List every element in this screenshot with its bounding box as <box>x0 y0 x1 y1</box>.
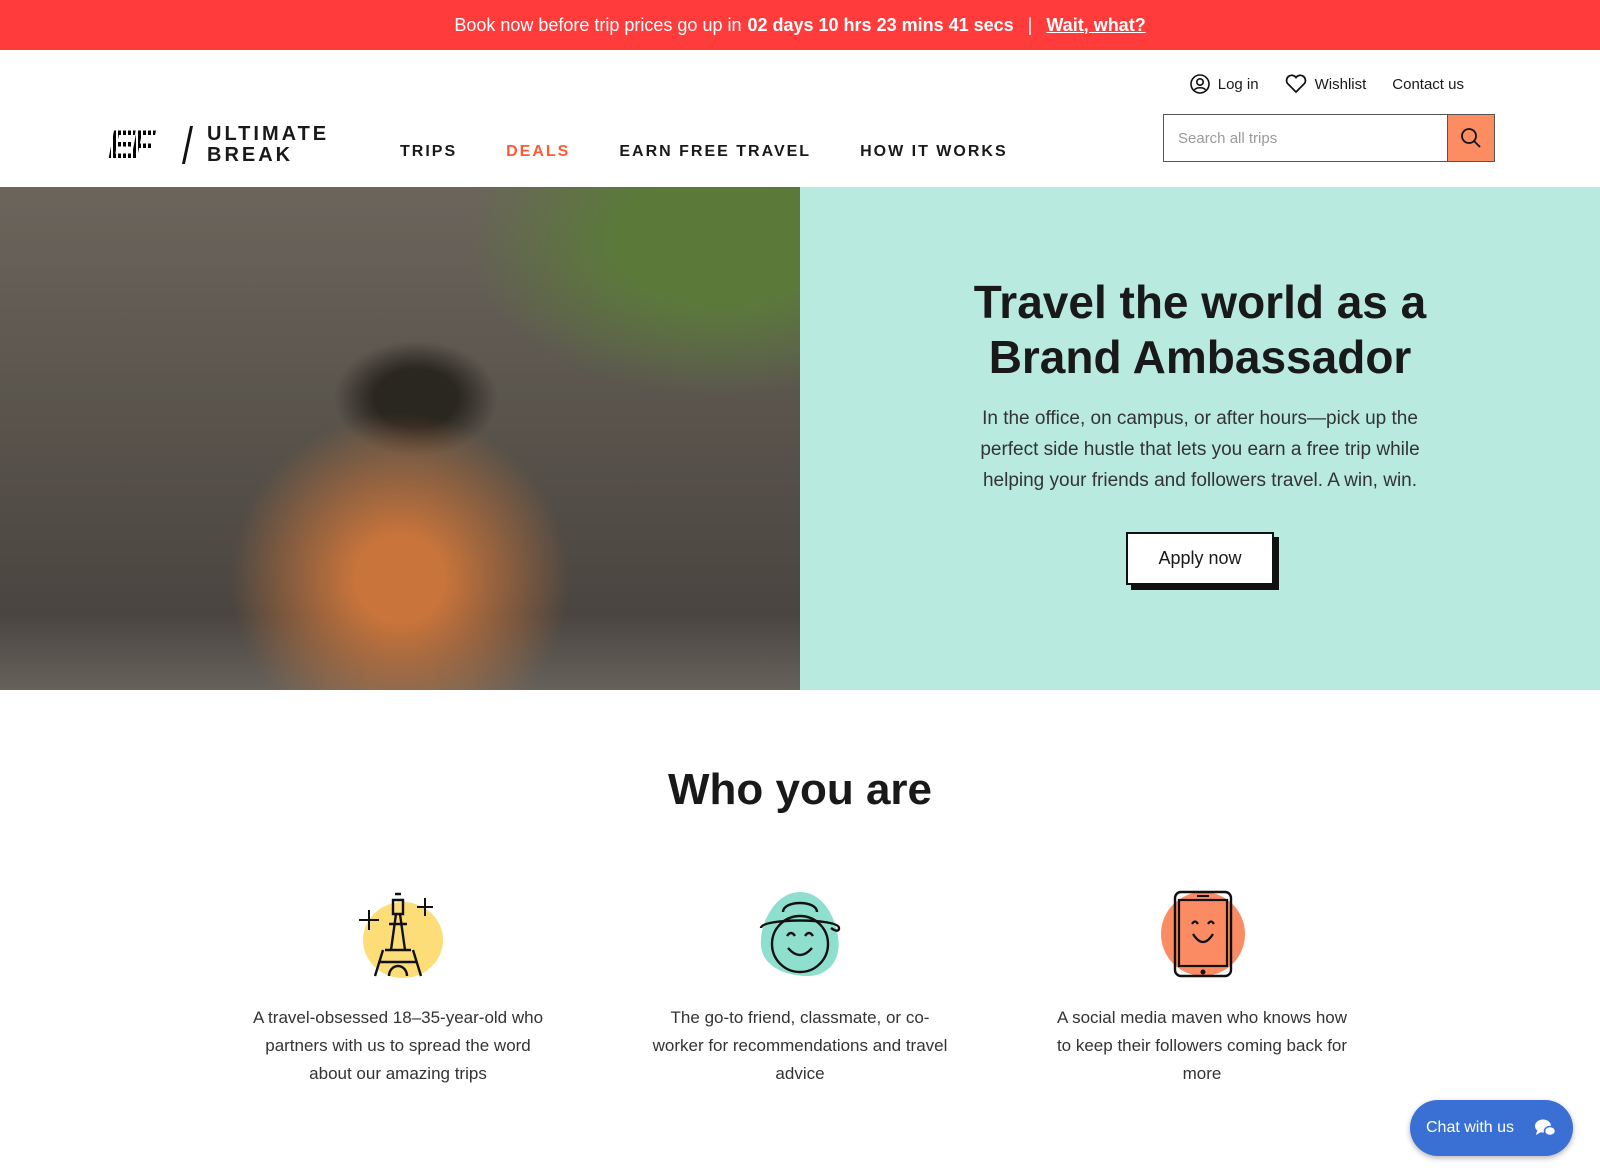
nav-deals[interactable]: DEALS <box>506 143 570 161</box>
eiffel-tower-icon <box>359 892 443 978</box>
ef-logo-mark: EF <box>108 125 170 165</box>
wishlist-label: Wishlist <box>1314 75 1367 93</box>
card-text: A travel-obsessed 18–35-year-old who par… <box>252 1008 544 1083</box>
countdown: 02 days 10 hrs 23 mins 41 secs <box>747 14 1014 35</box>
hero-panel: Travel the world as a Brand Ambassador I… <box>800 187 1600 690</box>
main-nav: TRIPS DEALS EARN FREE TRAVEL HOW IT WORK… <box>400 143 1008 161</box>
search-box <box>1163 114 1495 162</box>
promo-text: Book now before trip prices go up in <box>454 14 742 35</box>
card-friend: The go-to friend, classmate, or co-worke… <box>650 888 950 1088</box>
logo-slash <box>181 126 194 164</box>
contact-link[interactable]: Contact us <box>1392 76 1464 93</box>
heart-icon <box>1285 74 1306 94</box>
smiley-hat-icon <box>759 892 841 976</box>
wishlist-link[interactable]: Wishlist <box>1285 74 1367 94</box>
search-button[interactable] <box>1447 115 1494 161</box>
nav-how-it-works[interactable]: HOW IT WORKS <box>860 143 1008 161</box>
hero-title: Travel the world as a Brand Ambassador <box>973 276 1427 383</box>
divider: | <box>1027 14 1033 35</box>
smiley-phone-icon <box>1161 890 1245 978</box>
chat-bubbles-icon <box>1535 1119 1557 1137</box>
section-title: Who you are <box>667 765 933 814</box>
login-link[interactable]: Log in <box>1189 74 1259 94</box>
brand-line-2: BREAK <box>207 144 294 166</box>
promo-banner: Book now before trip prices go up in 02 … <box>0 0 1600 50</box>
user-icon <box>1189 74 1210 94</box>
chat-label: Chat with us <box>1426 1119 1515 1136</box>
site-header: EF ULTIMATE BREAK Log in Wishlist Contac… <box>0 50 1600 187</box>
nav-trips[interactable]: TRIPS <box>400 143 457 161</box>
hero-text: In the office, on campus, or after hours… <box>980 408 1420 491</box>
card-text: A social media maven who knows how to ke… <box>1056 1008 1348 1083</box>
card-traveler: A travel-obsessed 18–35-year-old who par… <box>248 888 548 1088</box>
search-icon <box>1461 128 1481 148</box>
card-text: The go-to friend, classmate, or co-worke… <box>652 1008 948 1083</box>
nav-earn-free-travel[interactable]: EARN FREE TRAVEL <box>619 143 811 161</box>
hero: Travel the world as a Brand Ambassador I… <box>0 187 1600 690</box>
card-social: A social media maven who knows how to ke… <box>1052 888 1352 1088</box>
wait-what-link[interactable]: Wait, what? <box>1046 15 1145 36</box>
brand-line-1: ULTIMATE <box>207 123 330 145</box>
apply-now-button[interactable]: Apply now <box>1126 532 1274 585</box>
search-input[interactable] <box>1164 115 1447 161</box>
chat-button[interactable]: Chat with us <box>1410 1100 1573 1156</box>
brand-name: ULTIMATE BREAK <box>207 124 329 166</box>
logo[interactable]: EF ULTIMATE BREAK <box>108 124 329 166</box>
utility-nav: Log in Wishlist Contact us <box>1189 74 1464 94</box>
hero-photo <box>0 187 800 690</box>
login-label: Log in <box>1217 75 1259 93</box>
